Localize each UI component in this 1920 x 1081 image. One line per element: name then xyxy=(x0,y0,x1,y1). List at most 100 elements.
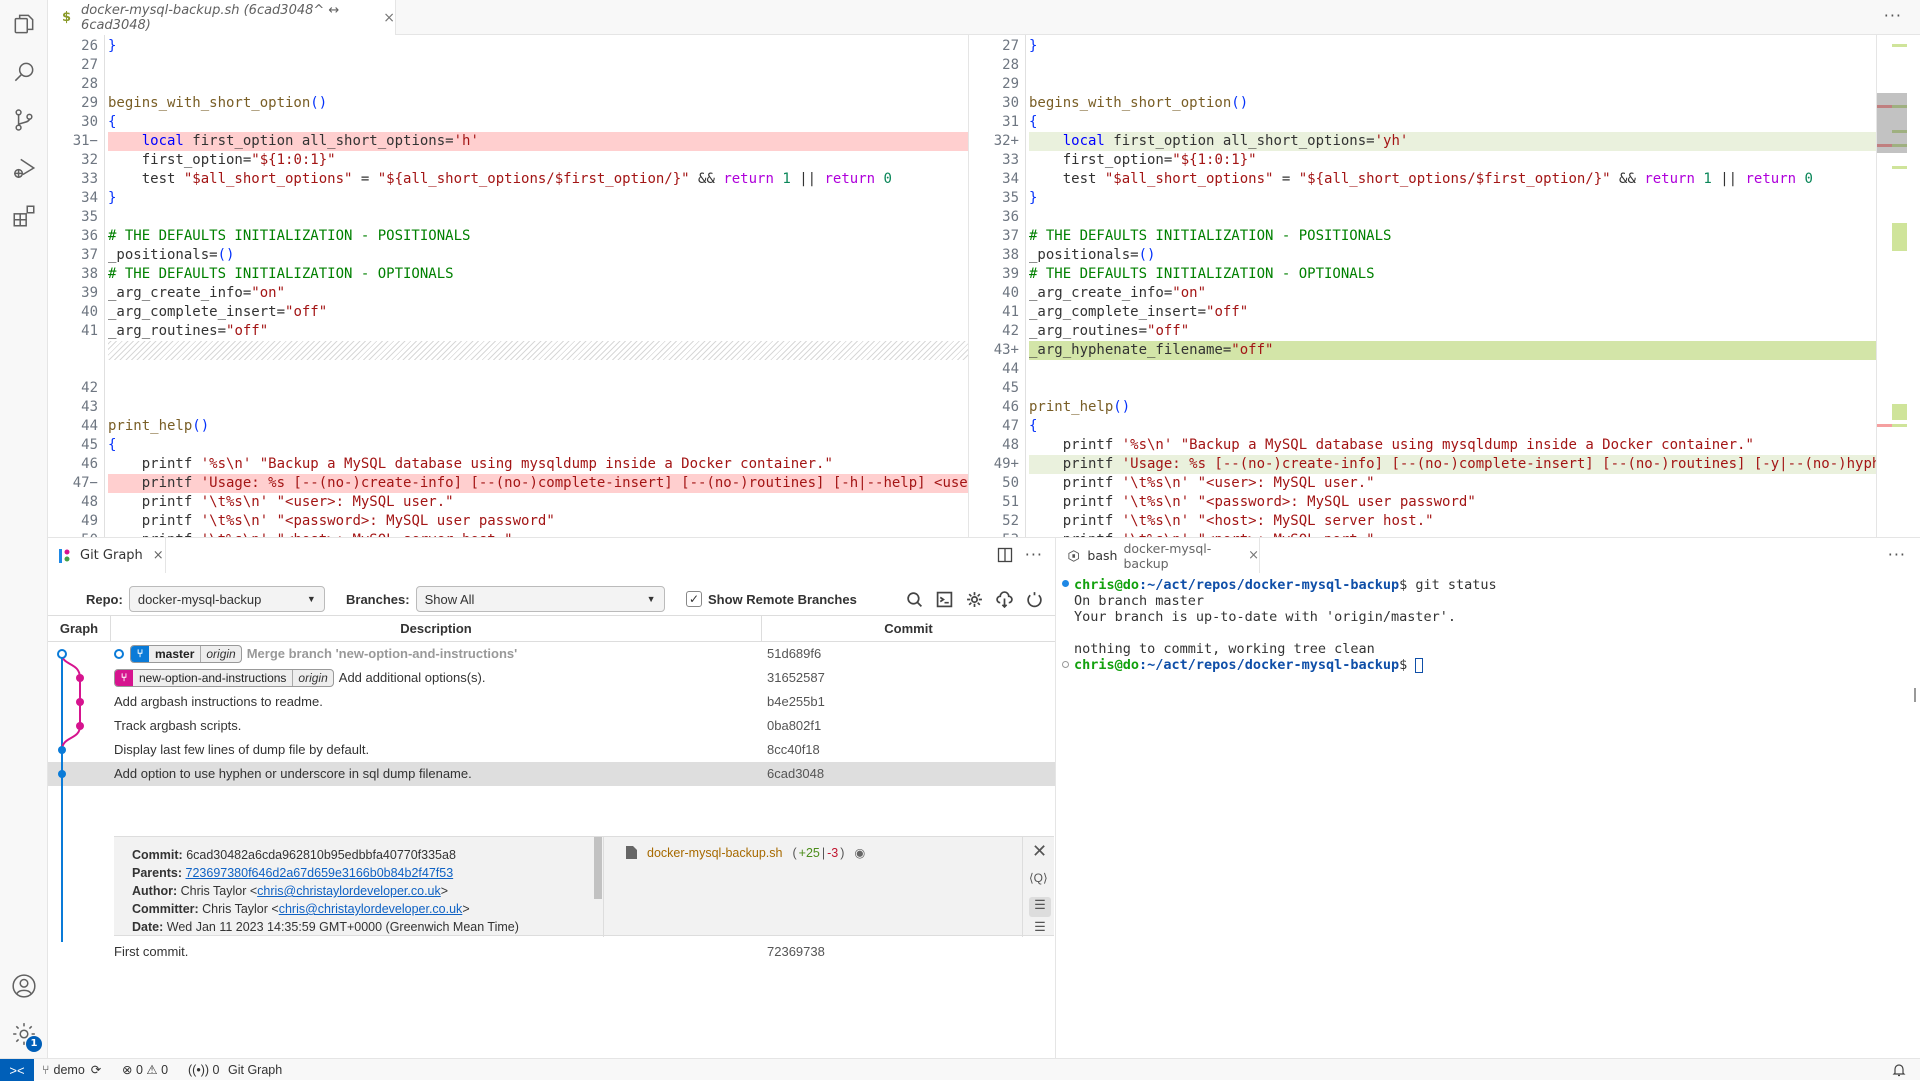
explorer-icon[interactable] xyxy=(10,10,38,38)
repo-select[interactable]: docker-mysql-backup ▼ xyxy=(128,586,325,612)
terminal-line: Your branch is up-to-date with 'origin/m… xyxy=(1074,609,1457,625)
line-number: 45 xyxy=(1002,380,1019,396)
close-icon[interactable]: × xyxy=(153,548,164,563)
code-text: first_option="${1:0:1}" xyxy=(108,152,336,168)
line-number: 42 xyxy=(81,380,98,396)
commit-description: ⑂ new-option-and-instructions origin Add ad… xyxy=(114,666,485,690)
line-number: 37 xyxy=(1002,228,1019,244)
refresh-icon[interactable] xyxy=(1025,590,1043,608)
chevron-down-icon: ▼ xyxy=(306,594,316,604)
terminal-icon[interactable] xyxy=(935,590,953,608)
terminal-scrollbar[interactable] xyxy=(1914,688,1916,702)
parent-link[interactable]: 723697380f646d2a67d659e3166b0b84b2f47f53 xyxy=(186,866,454,880)
sync-icon[interactable]: ⟳ xyxy=(91,1060,101,1081)
more-actions-icon[interactable]: ··· xyxy=(1884,6,1902,25)
commit-row[interactable]: ⑂ new-option-and-instructions origin Add ad… xyxy=(48,666,1055,690)
activity-bar: 1 xyxy=(0,0,48,1058)
code-text: print_help() xyxy=(1029,399,1131,415)
source-control-icon[interactable] xyxy=(10,106,38,134)
tab-git-graph[interactable]: Git Graph × xyxy=(48,538,166,573)
command-pending-decoration[interactable] xyxy=(1062,661,1069,668)
line-number: 38 xyxy=(1002,247,1019,263)
author-email-link[interactable]: chris@christaylordeveloper.co.uk xyxy=(257,884,441,898)
fetch-cloud-icon[interactable] xyxy=(995,590,1013,608)
problems-status[interactable]: ⊗ 0 ⚠ 0 xyxy=(122,1059,168,1081)
git-graph-status[interactable]: Git Graph xyxy=(228,1059,282,1081)
file-name[interactable]: docker-mysql-backup.sh xyxy=(647,846,782,860)
accounts-icon[interactable] xyxy=(10,972,38,1000)
code-line: 26} xyxy=(48,37,968,56)
close-icon[interactable]: × xyxy=(1248,548,1259,563)
commit-row[interactable]: Track argbash scripts. 0ba802f1 xyxy=(48,714,1055,738)
detail-date: Date: Wed Jan 11 2023 14:35:59 GMT+0000 … xyxy=(132,920,519,934)
code-line: 35 xyxy=(48,208,968,227)
detail-committer: Committer: Chris Taylor <chris@christayl… xyxy=(132,902,470,916)
notifications-bell-icon[interactable] xyxy=(1892,1059,1906,1081)
ruler-ins-mark xyxy=(1892,44,1907,47)
diff-original-editor[interactable]: 26} 27 28 29 begins_with_short_option() 30{31… xyxy=(48,35,968,537)
code-text: printf 'Usage: %s [--(no-)create-info] [… xyxy=(1029,455,1889,474)
more-actions-icon[interactable]: ··· xyxy=(1025,545,1043,564)
code-text: printf '%s\n' "Backup a MySQL database u… xyxy=(1029,437,1754,453)
extensions-icon[interactable] xyxy=(10,202,38,230)
commit-row[interactable]: First commit. 72369738 xyxy=(48,940,1055,964)
ports-status[interactable]: ((•)) 0 xyxy=(188,1059,219,1081)
broadcast-icon: ((•)) xyxy=(188,1062,210,1077)
branches-select[interactable]: Show All ▼ xyxy=(415,586,665,612)
line-number: 52 xyxy=(1002,513,1019,529)
indent-guide xyxy=(104,35,105,537)
remote-indicator-icon[interactable]: >< xyxy=(0,1059,34,1081)
tab-label: Git Graph xyxy=(80,548,143,563)
search-icon[interactable] xyxy=(10,58,38,86)
code-text: printf '%s\n' "Backup a MySQL database u… xyxy=(108,456,833,472)
code-line: 30 begins_with_short_option() xyxy=(969,94,1889,113)
run-debug-icon[interactable] xyxy=(10,154,38,182)
line-number: 47 xyxy=(1002,418,1019,434)
ruler-ins-mark xyxy=(1892,166,1907,169)
commit-node xyxy=(76,674,84,682)
branch-ref-badge[interactable]: ⑂ new-option-and-instructions origin xyxy=(114,669,334,687)
manage-gear-icon[interactable]: 1 xyxy=(10,1020,42,1052)
tree-view-icon[interactable]: ☰ xyxy=(1029,897,1051,917)
code-line: 37 _positionals=() xyxy=(48,246,968,265)
code-review-icon[interactable]: ⟨Q⟩ xyxy=(1029,871,1048,885)
overview-ruler[interactable] xyxy=(1877,35,1920,537)
command-success-decoration[interactable] xyxy=(1062,580,1069,587)
branch-ref-badge[interactable]: ⑂ master origin xyxy=(130,645,242,663)
code-line: 48 printf '\t%s\n' "<user>: MySQL user." xyxy=(48,493,968,512)
column-graph[interactable]: Graph xyxy=(48,616,111,642)
commit-row[interactable]: ⑂ master origin Merge branch 'new-option-an… xyxy=(48,642,1055,666)
editor-tab-diff[interactable]: $ docker-mysql-backup.sh (6cad3048^ ↔ 6c… xyxy=(48,0,396,35)
terminal-output[interactable]: chris@do:~/act/repos/docker-mysql-backup… xyxy=(1056,573,1920,1058)
code-line: 45 xyxy=(969,379,1889,398)
show-remote-checkbox[interactable]: ✓ xyxy=(686,591,702,607)
settings-gear-icon[interactable] xyxy=(965,590,983,608)
split-editor-icon[interactable] xyxy=(997,547,1013,567)
details-scrollbar[interactable] xyxy=(594,837,602,899)
commit-row[interactable]: Add argbash instructions to readme. b4e25… xyxy=(48,690,1055,714)
details-divider xyxy=(1022,837,1023,937)
paren: ) xyxy=(840,845,845,860)
commit-row[interactable]: Display last few lines of dump file by d… xyxy=(48,738,1055,762)
column-description[interactable]: Description xyxy=(111,616,762,642)
line-number: 38 xyxy=(81,266,98,282)
list-view-icon[interactable]: ☰ xyxy=(1029,919,1051,935)
branch-status[interactable]: ⑂ demo ⟳ xyxy=(42,1059,101,1081)
code-line: 41 _arg_complete_insert="off" xyxy=(969,303,1889,322)
terminal-line: On branch master xyxy=(1074,593,1205,609)
find-icon[interactable] xyxy=(905,590,923,608)
column-commit[interactable]: Commit xyxy=(762,616,1055,642)
view-file-eye-icon[interactable]: ◉ xyxy=(854,845,865,860)
commit-node xyxy=(76,698,84,706)
changed-file[interactable]: docker-mysql-backup.sh ( +25 | -3 ) ◉ xyxy=(626,845,865,860)
tab-terminal[interactable]: bash docker-mysql-backup × xyxy=(1056,538,1260,573)
detail-author: Author: Chris Taylor <chris@christaylord… xyxy=(132,884,449,898)
close-icon[interactable]: × xyxy=(383,10,395,26)
deletions-count: -3 xyxy=(827,845,839,860)
commit-row[interactable]: Add option to use hyphen or underscore i… xyxy=(48,762,1055,786)
more-actions-icon[interactable]: ··· xyxy=(1888,545,1906,564)
close-details-icon[interactable]: ✕ xyxy=(1032,841,1047,862)
code-line: 45 { xyxy=(48,436,968,455)
committer-email-link[interactable]: chris@christaylordeveloper.co.uk xyxy=(279,902,463,916)
diff-modified-editor[interactable]: 27} 28 29 30 begins_with_short_option() 31{32… xyxy=(969,35,1889,537)
